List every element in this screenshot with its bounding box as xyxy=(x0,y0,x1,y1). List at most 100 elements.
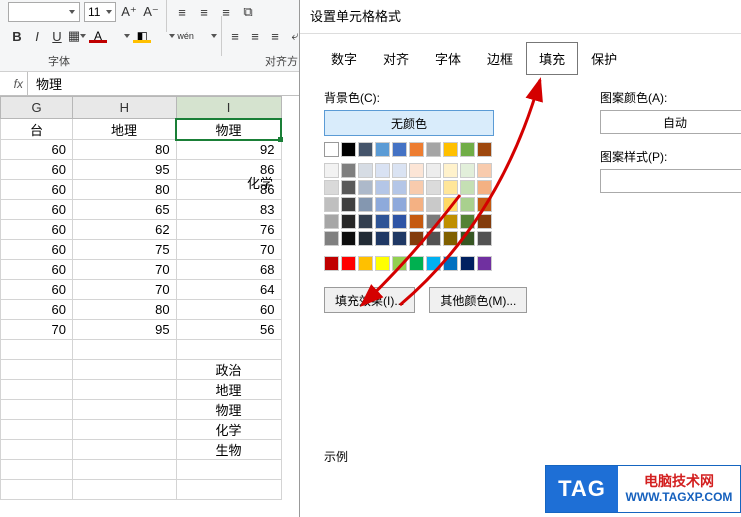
cell[interactable]: 物理 xyxy=(176,400,281,420)
color-swatch[interactable] xyxy=(392,163,407,178)
color-swatch[interactable] xyxy=(426,256,441,271)
color-swatch[interactable] xyxy=(443,142,458,157)
cell[interactable]: 75 xyxy=(73,240,177,260)
pattern-color-dropdown[interactable]: 自动 xyxy=(600,110,741,134)
color-swatch[interactable] xyxy=(460,256,475,271)
color-swatch[interactable] xyxy=(426,214,441,229)
cell[interactable]: 60 xyxy=(1,220,73,240)
color-swatch[interactable] xyxy=(409,180,424,195)
fx-label[interactable]: fx xyxy=(0,72,28,96)
cell[interactable]: 60 xyxy=(1,240,73,260)
cell[interactable]: 80 xyxy=(73,180,177,200)
decrease-font-button[interactable]: A⁻ xyxy=(142,3,160,21)
pattern-style-dropdown[interactable] xyxy=(600,169,741,193)
cell[interactable]: 台 xyxy=(1,119,73,140)
color-swatch[interactable] xyxy=(443,197,458,212)
bold-button[interactable]: B xyxy=(8,27,26,45)
color-swatch[interactable] xyxy=(341,197,356,212)
col-header-h[interactable]: H xyxy=(73,97,177,119)
color-swatch[interactable] xyxy=(477,197,492,212)
color-swatch[interactable] xyxy=(341,256,356,271)
color-swatch[interactable] xyxy=(358,256,373,271)
color-swatch[interactable] xyxy=(477,214,492,229)
cell[interactable]: 70 xyxy=(73,280,177,300)
color-swatch[interactable] xyxy=(324,142,339,157)
cell[interactable]: 化学 xyxy=(176,420,281,440)
cell[interactable]: 地理 xyxy=(176,380,281,400)
col-header-g[interactable]: G xyxy=(1,97,73,119)
color-swatch[interactable] xyxy=(443,214,458,229)
no-color-button[interactable]: 无颜色 xyxy=(324,110,494,136)
color-swatch[interactable] xyxy=(358,163,373,178)
color-swatch[interactable] xyxy=(358,142,373,157)
tab-border[interactable]: 边框 xyxy=(474,42,526,75)
cell[interactable]: 生物 xyxy=(176,440,281,460)
tab-align[interactable]: 对齐 xyxy=(370,42,422,75)
color-swatch[interactable] xyxy=(426,231,441,246)
cell[interactable]: 70 xyxy=(73,260,177,280)
font-size-combobox[interactable]: 11 xyxy=(84,2,116,22)
cell[interactable]: 76 xyxy=(176,220,281,240)
color-swatch[interactable] xyxy=(375,231,390,246)
align-top-button[interactable]: ≡ xyxy=(226,27,244,45)
color-swatch[interactable] xyxy=(392,180,407,195)
color-swatch[interactable] xyxy=(477,163,492,178)
color-swatch[interactable] xyxy=(477,256,492,271)
align-right-button[interactable]: ≡ xyxy=(217,3,235,21)
color-swatch[interactable] xyxy=(392,231,407,246)
color-swatch[interactable] xyxy=(460,163,475,178)
cell[interactable]: 政治 xyxy=(176,360,281,380)
selected-cell[interactable]: 物理 xyxy=(176,119,281,140)
tab-font[interactable]: 字体 xyxy=(422,42,474,75)
tab-number[interactable]: 数字 xyxy=(318,42,370,75)
cell[interactable]: 62 xyxy=(73,220,177,240)
tab-protect[interactable]: 保护 xyxy=(578,42,630,75)
fill-color-button[interactable]: ◧ xyxy=(132,27,152,45)
chevron-down-icon[interactable] xyxy=(211,34,217,38)
color-swatch[interactable] xyxy=(392,197,407,212)
phonetic-button[interactable]: wén xyxy=(177,27,195,45)
color-swatch[interactable] xyxy=(341,142,356,157)
formula-input[interactable]: 物理 xyxy=(28,72,312,96)
color-swatch[interactable] xyxy=(443,256,458,271)
cell[interactable]: 56 xyxy=(176,320,281,340)
color-swatch[interactable] xyxy=(375,256,390,271)
cell[interactable]: 64 xyxy=(176,280,281,300)
color-swatch[interactable] xyxy=(460,214,475,229)
cell[interactable]: 60 xyxy=(1,260,73,280)
cell[interactable]: 70 xyxy=(176,240,281,260)
cell[interactable]: 80 xyxy=(73,300,177,320)
cell[interactable]: 95 xyxy=(73,160,177,180)
color-swatch[interactable] xyxy=(341,231,356,246)
color-swatch[interactable] xyxy=(358,231,373,246)
cell[interactable]: 60 xyxy=(1,140,73,160)
color-swatch[interactable] xyxy=(392,256,407,271)
color-swatch[interactable] xyxy=(477,180,492,195)
color-swatch[interactable] xyxy=(375,163,390,178)
color-swatch[interactable] xyxy=(409,197,424,212)
cell[interactable]: 68 xyxy=(176,260,281,280)
align-middle-button[interactable]: ≡ xyxy=(246,27,264,45)
font-name-combobox[interactable] xyxy=(8,2,80,22)
color-swatch[interactable] xyxy=(375,197,390,212)
color-swatch[interactable] xyxy=(460,180,475,195)
color-swatch[interactable] xyxy=(409,256,424,271)
color-swatch[interactable] xyxy=(426,197,441,212)
color-swatch[interactable] xyxy=(324,231,339,246)
color-swatch[interactable] xyxy=(460,142,475,157)
cell[interactable]: 60 xyxy=(1,200,73,220)
italic-button[interactable]: I xyxy=(28,27,46,45)
cell[interactable]: 60 xyxy=(176,300,281,320)
cell[interactable]: 70 xyxy=(1,320,73,340)
color-swatch[interactable] xyxy=(426,142,441,157)
border-button[interactable]: ▦ xyxy=(68,27,86,45)
font-color-button[interactable]: A xyxy=(88,27,108,45)
cell[interactable]: 65 xyxy=(73,200,177,220)
color-swatch[interactable] xyxy=(409,142,424,157)
color-swatch[interactable] xyxy=(375,142,390,157)
color-swatch[interactable] xyxy=(358,180,373,195)
color-swatch[interactable] xyxy=(358,197,373,212)
align-center-button[interactable]: ≡ xyxy=(195,3,213,21)
increase-font-button[interactable]: A⁺ xyxy=(120,3,138,21)
color-swatch[interactable] xyxy=(392,142,407,157)
